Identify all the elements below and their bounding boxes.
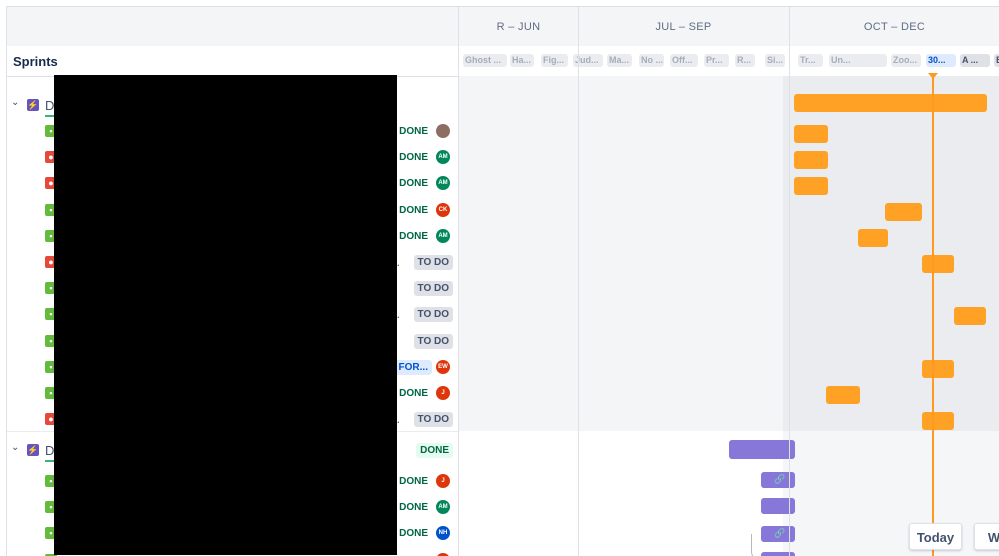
sprint-chip[interactable]: Ba [994, 54, 999, 67]
sprint-chip[interactable]: Off... [670, 54, 698, 67]
avatar[interactable]: J [436, 386, 450, 400]
avatar[interactable]: NH [436, 526, 450, 541]
epic-timeline-bar[interactable] [885, 203, 922, 221]
today-button[interactable]: Today [909, 523, 962, 550]
status-badge[interactable]: TO DO [413, 255, 453, 270]
link-icon: 🔗 [774, 528, 786, 538]
quarter-label: OCT – DEC [863, 21, 926, 33]
status-badge: DONE [416, 443, 453, 458]
sprint-chip[interactable]: Si... [765, 54, 785, 67]
chevron-down-icon[interactable]: ⌄ [11, 442, 19, 453]
quarter-divider [789, 7, 790, 556]
epic-icon: ⚡ [27, 99, 39, 111]
status-badge[interactable]: DONE [395, 150, 432, 165]
status-badge[interactable]: DONE [395, 124, 432, 139]
epic-timeline-bar[interactable] [922, 360, 954, 378]
avatar[interactable] [436, 552, 450, 556]
epic-title: D [45, 443, 55, 458]
sprint-chip[interactable]: R... [735, 54, 755, 67]
epic-timeline-bar[interactable] [794, 125, 828, 143]
avatar[interactable]: AM [436, 228, 450, 243]
status-badge[interactable]: TO DO [413, 412, 453, 428]
chevron-down-icon[interactable]: ⌄ [11, 97, 19, 108]
link-icon: 🔗 [774, 474, 786, 484]
sprint-chip[interactable]: A ... [960, 54, 990, 67]
status-badge[interactable]: DONE [395, 500, 432, 515]
epic-timeline-bar[interactable] [794, 177, 828, 195]
sprint-chip[interactable]: Fig... [541, 54, 568, 67]
sprint-chip[interactable]: Zoo... [891, 54, 921, 67]
left-header [7, 7, 458, 47]
sprint-chip[interactable]: Ma... [607, 54, 632, 67]
dependency-connector [751, 534, 762, 556]
epic-timeline-bar[interactable] [858, 229, 888, 247]
epic-timeline-bar[interactable] [826, 386, 860, 404]
status-badge[interactable]: TO DO [413, 307, 453, 323]
epic-timeline-bar[interactable] [794, 94, 987, 112]
status-badge[interactable]: DONE [395, 203, 432, 218]
quarter-label: R – JUN [496, 21, 541, 33]
sprint-header: Ghost ... Ha... Fig... Jud... Ma... No ... Off… [459, 46, 999, 76]
timeline-grid: R – JUN JUL – SEP OCT – DEC Ghost ... Ha...… [459, 7, 999, 556]
epic-title: D [45, 98, 55, 113]
sprints-title: Sprints [13, 54, 58, 69]
avatar[interactable] [436, 124, 450, 138]
status-badge[interactable]: TO DO [413, 333, 453, 349]
current-quarter-shading [783, 7, 999, 556]
status-badge[interactable]: DONE [395, 176, 432, 191]
weeks-button[interactable]: W [974, 523, 999, 550]
sprint-chip[interactable]: No ... [639, 54, 664, 67]
avatar[interactable]: EW [436, 359, 450, 374]
status-badge[interactable]: TO DO [413, 281, 453, 297]
epic-timeline-bar[interactable] [922, 412, 954, 430]
sprint-chip[interactable]: 30... [926, 54, 956, 67]
avatar[interactable]: AM [436, 150, 450, 165]
status-badge[interactable]: DONE [395, 474, 432, 489]
quarter-divider [578, 7, 579, 556]
today-marker [928, 73, 938, 79]
status-badge[interactable]: DONE [395, 553, 432, 556]
epic-timeline-bar[interactable] [729, 440, 795, 459]
avatar[interactable]: AM [436, 176, 450, 191]
sprints-row-label: Sprints [7, 46, 458, 77]
status-badge[interactable]: DONE [395, 526, 432, 541]
epic-timeline-bar[interactable] [922, 255, 954, 273]
today-line [932, 76, 934, 556]
sprint-chip[interactable]: Ha... [510, 54, 534, 67]
sprint-chip[interactable]: Pr... [704, 54, 729, 67]
avatar[interactable]: AM [436, 500, 450, 515]
status-badge[interactable]: DONE [395, 229, 432, 244]
epic-timeline-bar[interactable] [794, 151, 828, 169]
epic-icon: ⚡ [27, 444, 39, 456]
sprint-chip[interactable]: Tr... [798, 54, 823, 67]
quarter-label: JUL – SEP [655, 21, 712, 33]
sprint-chip[interactable]: Un... [829, 54, 887, 67]
quarter-header: R – JUN JUL – SEP OCT – DEC [459, 7, 999, 47]
status-badge[interactable]: DONE [395, 386, 432, 401]
redacted-region [54, 75, 397, 555]
avatar[interactable]: J [436, 474, 450, 488]
avatar[interactable]: CK [436, 202, 450, 217]
sprint-chip[interactable]: Ghost ... [463, 54, 507, 67]
epic-timeline-bar[interactable] [954, 307, 986, 325]
status-badge[interactable]: FOR... [394, 359, 432, 375]
